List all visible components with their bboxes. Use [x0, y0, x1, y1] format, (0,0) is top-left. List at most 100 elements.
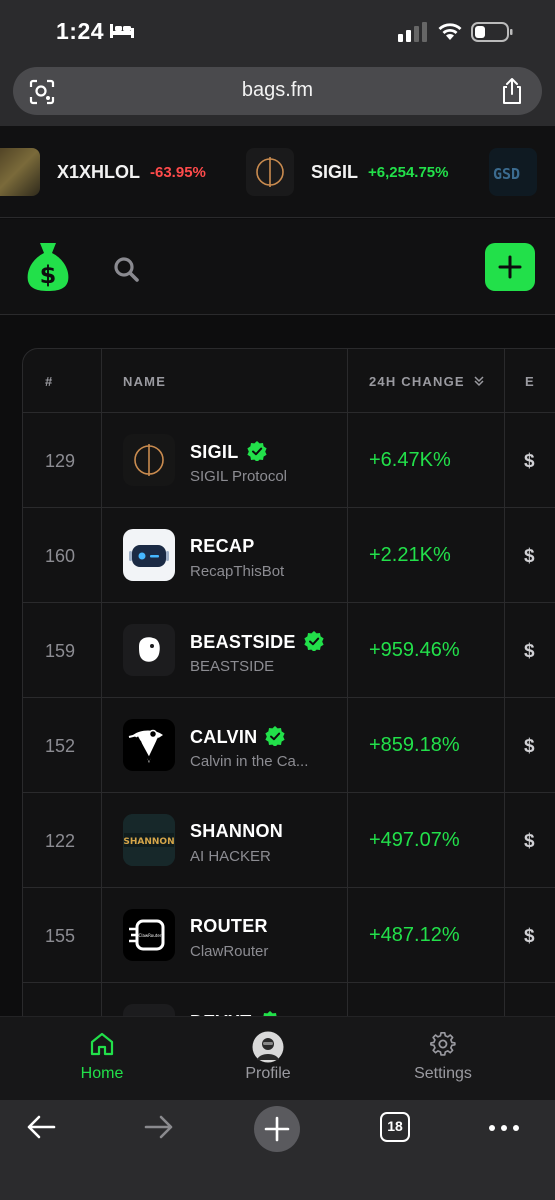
battery-icon: [471, 22, 513, 42]
sort-descending-icon: [474, 376, 484, 387]
row-rank: 129: [45, 451, 76, 471]
table-header: # NAME 24H CHANGE E: [23, 349, 555, 413]
nav-home[interactable]: Home: [47, 1031, 157, 1083]
table-row[interactable]: 160 RECAP RecapThisBot +2.21K% $: [23, 508, 555, 603]
tab-switcher-button[interactable]: 18: [380, 1112, 410, 1142]
plus-icon: [264, 1116, 290, 1142]
sleep-focus-icon: [110, 24, 134, 38]
svg-text:$: $: [40, 261, 57, 289]
profile-avatar: [252, 1031, 284, 1063]
browser-toolbar: 18: [0, 1100, 555, 1200]
token-name: ROUTER: [190, 916, 268, 937]
header-name[interactable]: NAME: [123, 374, 166, 389]
new-tab-button[interactable]: [254, 1106, 300, 1152]
add-token-button[interactable]: [485, 243, 535, 291]
row-rank: 155: [45, 926, 76, 946]
money-bag-logo[interactable]: $: [24, 239, 72, 293]
verified-badge-icon: [246, 441, 267, 461]
token-price-partial: $: [524, 736, 535, 757]
status-bar: 1:24: [0, 0, 555, 62]
token-name: BEASTSIDE: [190, 631, 324, 653]
token-table: # NAME 24H CHANGE E 129 SIGIL SIGIL Prot…: [22, 348, 555, 1048]
token-name-text: RECAP: [190, 536, 255, 556]
wifi-icon: [438, 23, 462, 40]
gear-icon: [430, 1032, 456, 1056]
nav-settings[interactable]: Settings: [388, 1031, 498, 1083]
bird-icon: [123, 719, 175, 771]
verified-badge-icon: [265, 726, 286, 746]
ticker-name[interactable]: X1XHLOL: [57, 162, 140, 183]
back-arrow-icon[interactable]: [26, 1114, 56, 1140]
router-icon: ClawRouter: [123, 909, 175, 961]
svg-text:SHANNON: SHANNON: [123, 837, 174, 847]
token-24h-change: +487.12%: [369, 924, 460, 946]
token-subtitle: SIGIL Protocol: [190, 468, 287, 485]
token-24h-change: +6.47K%: [369, 449, 451, 471]
token-price-partial: $: [524, 831, 535, 852]
row-rank: 159: [45, 641, 76, 661]
token-name-text: BEASTSIDE: [190, 632, 296, 652]
token-24h-change: +2.21K%: [369, 544, 451, 566]
token-price-partial: $: [524, 451, 535, 472]
token-price-partial: $: [524, 641, 535, 662]
ticker-change: +6,254.75%: [368, 164, 449, 181]
token-subtitle: BEASTSIDE: [190, 658, 275, 675]
nav-home-label: Home: [80, 1065, 124, 1082]
svg-text:ClawRouter: ClawRouter: [139, 933, 162, 938]
share-icon[interactable]: [500, 77, 524, 105]
more-options-icon[interactable]: [488, 1124, 520, 1132]
table-row[interactable]: 152 CALVIN Calvin in the Ca... +859.18% …: [23, 698, 555, 793]
address-bar[interactable]: bags.fm: [13, 67, 542, 115]
token-name: CALVIN: [190, 726, 286, 748]
token-subtitle: ClawRouter: [190, 943, 269, 960]
forward-arrow-icon[interactable]: [144, 1114, 174, 1140]
ticker-thumb-gsd[interactable]: GSD: [489, 148, 537, 196]
token-name: SIGIL: [190, 441, 267, 463]
token-subtitle: AI HACKER: [190, 848, 271, 865]
status-time: 1:24: [56, 18, 105, 44]
search-icon[interactable]: [112, 255, 140, 283]
token-name-text: CALVIN: [190, 727, 258, 747]
header-rank[interactable]: #: [45, 374, 53, 389]
table-row[interactable]: 155 ClawRouter ROUTER ClawRouter +487.12…: [23, 888, 555, 983]
token-name-text: ROUTER: [190, 916, 268, 936]
table-row[interactable]: 129 SIGIL SIGIL Protocol +6.47K% $: [23, 413, 555, 508]
table-row[interactable]: 159 BEASTSIDE BEASTSIDE +959.46% $: [23, 603, 555, 698]
plus-icon: [498, 255, 522, 279]
token-name: RECAP: [190, 536, 255, 557]
robot-icon: [123, 529, 175, 581]
token-24h-change: +859.18%: [369, 734, 460, 756]
token-name-text: SIGIL: [190, 442, 239, 462]
header-24h-change[interactable]: 24H CHANGE: [369, 374, 485, 389]
header-24h-change-label: 24H CHANGE: [369, 374, 465, 389]
token-name: SHANNON: [190, 821, 283, 842]
home-icon: [90, 1032, 114, 1056]
beast-icon: [123, 624, 175, 676]
sigil-icon: [123, 434, 175, 486]
table-row[interactable]: 122 SHANNON SHANNON AI HACKER +497.07% $: [23, 793, 555, 888]
bottom-navigation: Home Profile Settings: [0, 1016, 555, 1100]
token-24h-change: +959.46%: [369, 639, 460, 661]
ticker-thumb-x1xhlol[interactable]: [0, 148, 40, 196]
ticker-name[interactable]: SIGIL: [311, 162, 358, 183]
row-rank: 152: [45, 736, 76, 756]
header-next-column[interactable]: E: [525, 374, 535, 389]
app-header: $: [0, 219, 555, 315]
url-text: bags.fm: [241, 79, 314, 101]
nav-profile-label: Profile: [245, 1065, 291, 1082]
row-rank: 160: [45, 546, 76, 566]
token-price-partial: $: [524, 546, 535, 567]
token-24h-change: +497.07%: [369, 829, 460, 851]
nav-settings-label: Settings: [414, 1065, 472, 1082]
row-rank: 122: [45, 831, 76, 851]
verified-badge-icon: [304, 631, 324, 651]
token-subtitle: Calvin in the Ca...: [190, 753, 309, 770]
nav-profile[interactable]: Profile: [213, 1031, 323, 1083]
token-price-partial: $: [524, 926, 535, 947]
token-ticker: X1XHLOL -63.95% SIGIL +6,254.75% GSD: [0, 126, 555, 218]
token-name-text: SHANNON: [190, 821, 284, 841]
ticker-change: -63.95%: [150, 164, 206, 181]
sigil-icon[interactable]: [246, 148, 294, 196]
token-subtitle: RecapThisBot: [190, 563, 285, 580]
browser-address-area: bags.fm: [0, 62, 555, 126]
